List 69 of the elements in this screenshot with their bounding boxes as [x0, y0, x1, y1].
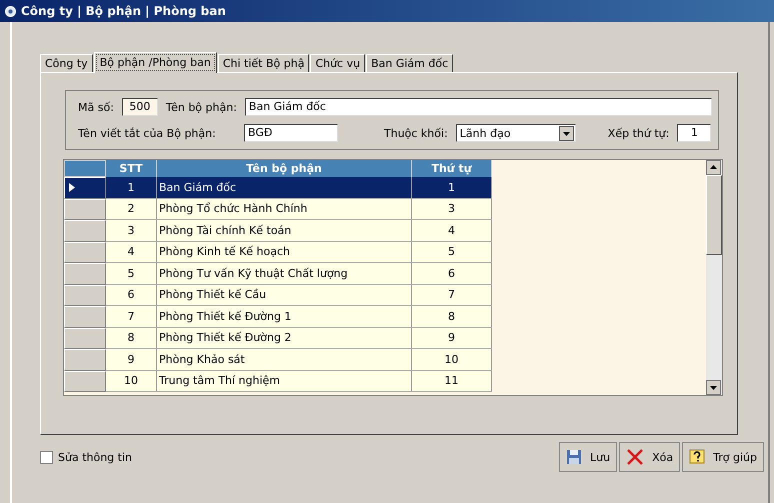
table-cell: Phòng Thiết kế Cầu	[157, 284, 412, 306]
table-cell: 8	[106, 328, 157, 349]
table-cell: 3	[106, 220, 157, 242]
table-cell: Phòng Thiết kế Đường 2	[157, 328, 412, 349]
code-field[interactable]: 500	[122, 98, 158, 116]
scroll-up-icon[interactable]	[706, 160, 721, 175]
table-cell: 7	[106, 306, 157, 328]
table-row[interactable]: 9 Phòng Khảo sát 10	[64, 349, 492, 370]
field-label: Tên viết tắt của Bộ phận:	[78, 126, 217, 140]
table-cell: Phòng Thiết kế Đường 1	[157, 306, 412, 328]
table-cell: 9	[412, 328, 492, 349]
table-cell: Phòng Tư vấn Kỹ thuật Chất lượng	[157, 263, 412, 284]
field-label: Mã số:	[78, 100, 114, 114]
scroll-thumb[interactable]	[706, 175, 722, 255]
table-cell: 11	[412, 370, 492, 392]
table-cell: 3	[412, 198, 492, 220]
table-cell: 8	[412, 306, 492, 328]
table-row[interactable]: 3 Phòng Tài chính Kế toán 4	[64, 220, 492, 242]
table-cell: Ban Giám đốc	[157, 177, 412, 198]
checkbox-label: Sửa thông tin	[58, 450, 132, 464]
table-row[interactable]: 2 Phòng Tổ chức Hành Chính 3	[64, 198, 492, 220]
table-cell: 1	[106, 177, 157, 198]
table-row[interactable]: 8 Phòng Thiết kế Đường 2 9	[64, 328, 492, 349]
tab[interactable]: Chức vụ	[310, 54, 366, 72]
scrollbar[interactable]	[706, 160, 722, 395]
tab[interactable]: Công ty	[40, 54, 93, 72]
table-cell: 10	[412, 349, 492, 370]
checkbox[interactable]	[40, 450, 53, 464]
name-field[interactable]: Ban Giám đốc	[244, 98, 712, 116]
table-row[interactable]: 4 Phòng Kinh tế Kế hoạch 5	[64, 242, 492, 263]
close-icon	[626, 448, 644, 466]
table-cell: Phòng Tổ chức Hành Chính	[157, 198, 412, 220]
table-cell: 6	[106, 284, 157, 306]
save-button[interactable]: Lưu	[559, 442, 618, 472]
table-cell: 5	[106, 263, 157, 284]
abbr-field[interactable]: BGĐ	[244, 124, 338, 142]
table-cell: Trung tâm Thí nghiệm	[157, 370, 412, 392]
table-row[interactable]: 10 Trung tâm Thí nghiệm 11	[64, 370, 492, 392]
field-label: Tên bộ phận:	[166, 100, 237, 114]
table-row[interactable]: 6 Phòng Thiết kế Cầu 7	[64, 284, 492, 306]
delete-button[interactable]: Xóa	[619, 442, 680, 472]
row-pointer-icon	[69, 183, 75, 192]
field-label: Thuộc khối:	[384, 126, 448, 140]
gear-icon	[5, 6, 16, 16]
help-icon	[689, 449, 706, 465]
table-cell: 10	[106, 370, 157, 392]
table-row[interactable]: 5 Phòng Tư vấn Kỹ thuật Chất lượng 6	[64, 263, 492, 284]
order-field[interactable]: 1	[677, 124, 712, 142]
table-cell: Phòng Khảo sát	[157, 349, 412, 370]
table-cell: 5	[412, 242, 492, 263]
table-cell: Phòng Kinh tế Kế hoạch	[157, 242, 412, 263]
table-cell: 4	[106, 242, 157, 263]
scroll-down-icon[interactable]	[706, 380, 721, 395]
table-cell: 6	[412, 263, 492, 284]
table-row[interactable]: 7 Phòng Thiết kế Đường 1 8	[64, 306, 492, 328]
table-cell: 1	[412, 177, 492, 198]
tab[interactable]: Chi tiết Bộ phậ	[218, 54, 310, 72]
tab[interactable]: Bộ phận /Phòng ban	[94, 52, 217, 73]
tab[interactable]: Ban Giám đốc	[366, 54, 454, 72]
table-cell: 7	[412, 284, 492, 306]
table-cell: 2	[106, 198, 157, 220]
table-cell: Phòng Tài chính Kế toán	[157, 220, 412, 242]
field-label: Xếp thứ tự:	[608, 126, 670, 140]
block-dropdown[interactable]: Lãnh đạo	[456, 124, 576, 142]
table-cell: 9	[106, 349, 157, 370]
help-button[interactable]: Trợ giúp	[682, 442, 764, 472]
table-row[interactable]: 1 Ban Giám đốc 1	[64, 177, 492, 198]
table-cell: 4	[412, 220, 492, 242]
window-title: Công ty | Bộ phận | Phòng ban	[21, 4, 226, 18]
